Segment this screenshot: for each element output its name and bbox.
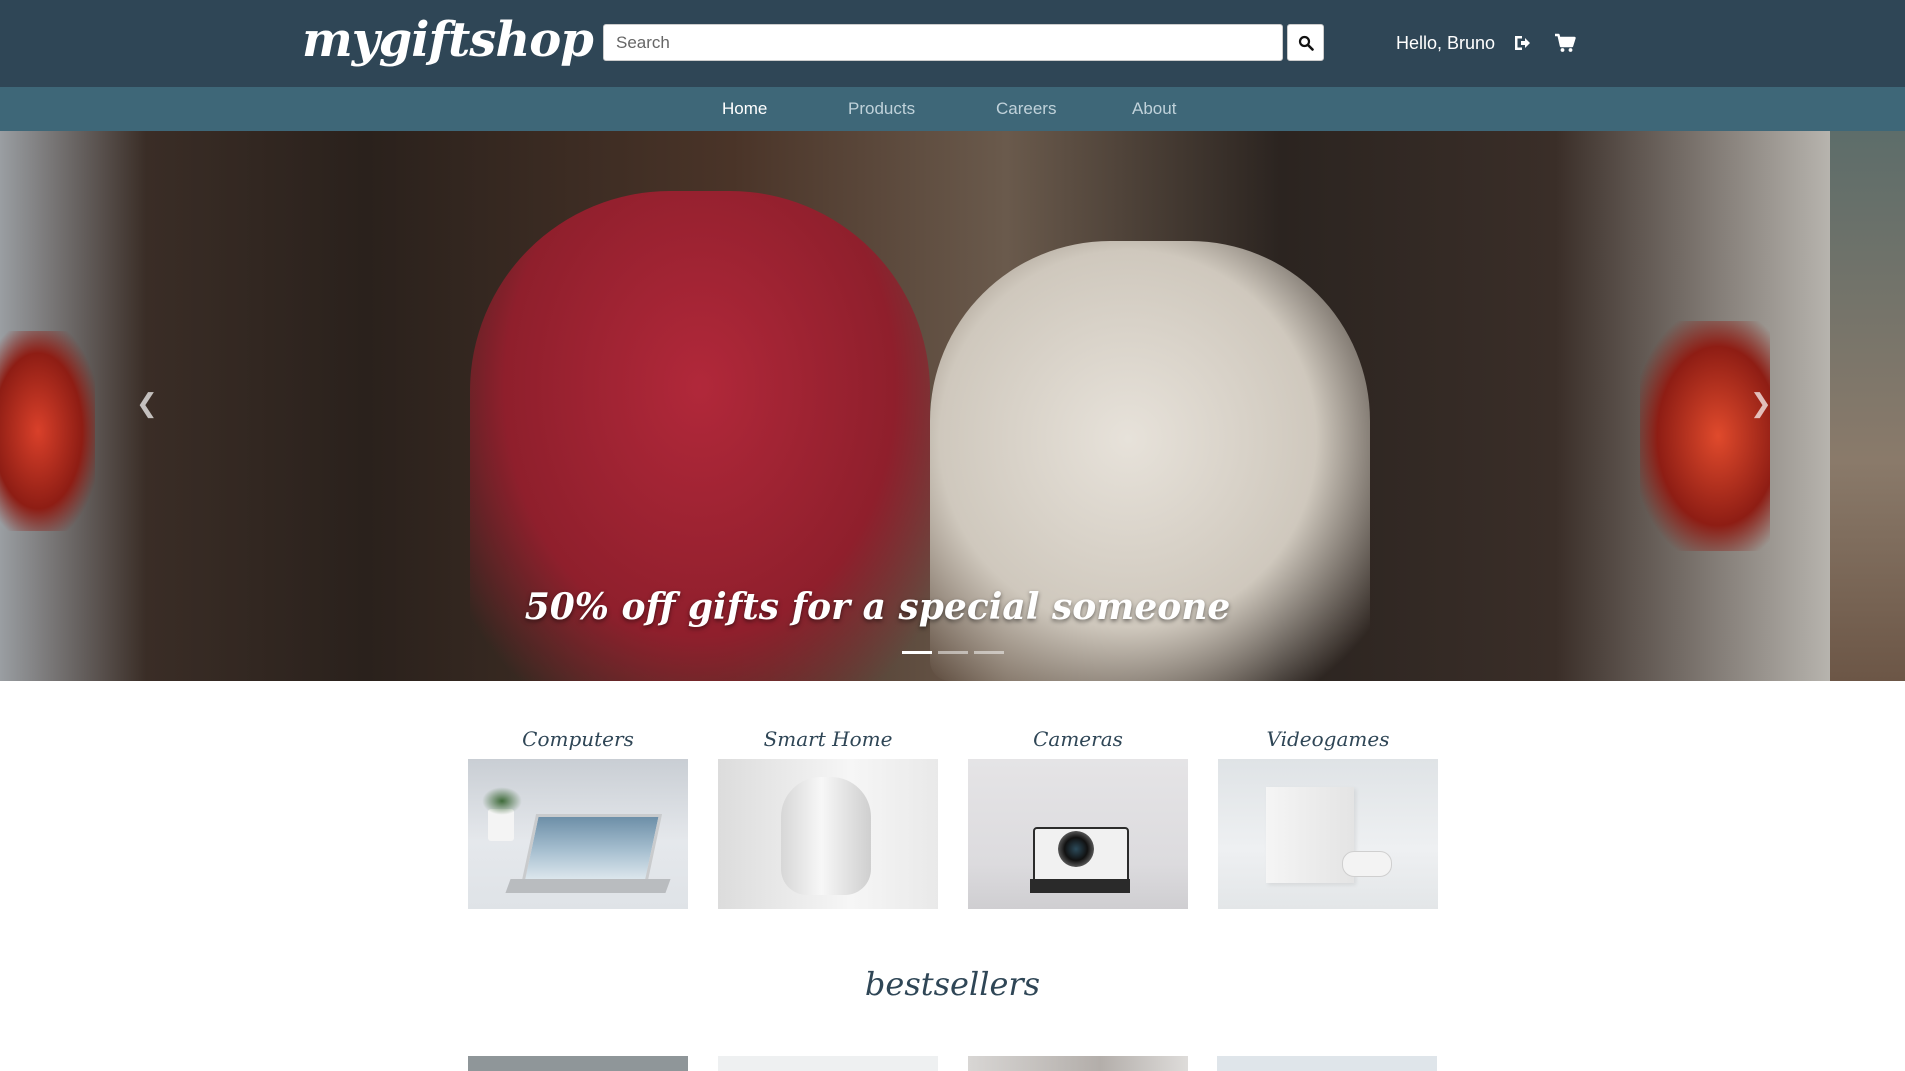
category-title: Smart Home	[763, 727, 893, 751]
site-logo[interactable]: mygiftshop	[302, 12, 594, 68]
nav-about[interactable]: About	[1132, 99, 1176, 119]
hero-carousel: ❮ ❯ 50% off gifts for a special someone	[0, 131, 1905, 681]
bestseller-thumb[interactable]	[718, 1056, 938, 1071]
search-input[interactable]	[603, 24, 1283, 61]
bestseller-thumb[interactable]	[468, 1056, 688, 1071]
nav-home[interactable]: Home	[722, 99, 767, 119]
category-image[interactable]	[1218, 759, 1438, 909]
nav-careers[interactable]: Careers	[996, 99, 1056, 119]
sign-out-icon[interactable]	[1512, 33, 1532, 53]
category-title: Videogames	[1266, 727, 1390, 751]
category-cameras[interactable]: Cameras	[968, 727, 1188, 909]
chevron-right-icon[interactable]: ❯	[1750, 389, 1772, 419]
car-taillight-right	[1640, 321, 1770, 551]
carousel-dot[interactable]	[974, 651, 1004, 654]
shopping-cart-icon[interactable]	[1554, 32, 1576, 54]
car-taillight-left	[0, 331, 95, 531]
carousel-indicators	[902, 651, 1004, 654]
nav-products[interactable]: Products	[848, 99, 915, 119]
category-smart-home[interactable]: Smart Home	[718, 727, 938, 909]
top-header: mygiftshop Hello, Bruno	[0, 0, 1905, 87]
search-icon	[1298, 35, 1314, 51]
hero-next-slide-preview	[1830, 131, 1905, 681]
category-title: Computers	[522, 727, 634, 751]
category-image[interactable]	[968, 759, 1188, 909]
chevron-left-icon[interactable]: ❮	[136, 389, 158, 419]
bestseller-thumb[interactable]	[1217, 1056, 1437, 1071]
category-videogames[interactable]: Videogames	[1218, 727, 1438, 909]
user-greeting: Hello, Bruno	[1396, 33, 1496, 53]
hero-caption: 50% off gifts for a special someone	[524, 586, 1231, 628]
category-title: Cameras	[1033, 727, 1123, 751]
category-computers[interactable]: Computers	[468, 727, 688, 909]
main-nav: Home Products Careers About	[0, 87, 1905, 131]
bestseller-thumb[interactable]	[968, 1056, 1188, 1071]
search-button[interactable]	[1287, 24, 1324, 61]
carousel-dot[interactable]	[938, 651, 968, 654]
bestsellers-heading: bestsellers	[864, 965, 1041, 1003]
carousel-dot[interactable]	[902, 651, 932, 654]
category-image[interactable]	[468, 759, 688, 909]
category-image[interactable]	[718, 759, 938, 909]
